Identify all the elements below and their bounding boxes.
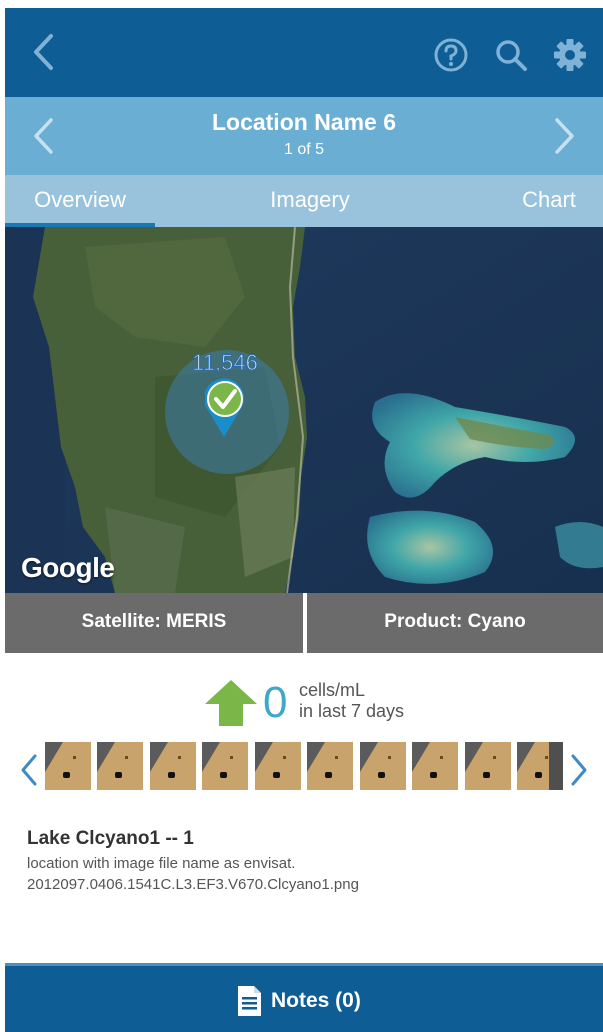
location-name: Location Name 6 (211, 109, 397, 135)
thumbnail-image[interactable] (202, 742, 249, 790)
settings-button[interactable] (549, 35, 591, 75)
cell-count-stat: 0 cells/mL in last 7 days (205, 678, 465, 734)
thumbnail-image[interactable] (149, 742, 196, 790)
location-header: Location Name 6 1 of 5 (5, 97, 603, 175)
image-thumbnail-carousel (5, 740, 603, 798)
image-file-name: 2012097.0406.1541C.L3.EF3.V670.Clcyano1.… (27, 876, 359, 893)
thumbnail-image[interactable] (464, 742, 511, 790)
cell-count-value: 0 (263, 678, 288, 727)
info-bar: Satellite: MERIS Product: Cyano (5, 593, 603, 653)
top-app-bar (5, 8, 603, 97)
thumbnail-strip (45, 742, 563, 790)
gear-icon (554, 39, 586, 71)
back-button[interactable] (23, 30, 63, 74)
thumbnail-image[interactable] (45, 742, 91, 790)
thumbnail-image[interactable] (97, 742, 144, 790)
arrow-up-icon (205, 680, 257, 726)
notes-button[interactable]: Notes (0) (5, 963, 603, 1032)
tab-imagery[interactable]: Imagery (235, 175, 385, 227)
cell-count-period: in last 7 days (299, 701, 405, 721)
image-description-line: location with image file name as envisat… (27, 855, 296, 872)
help-button[interactable] (431, 35, 471, 75)
satellite-label[interactable]: Satellite: MERIS (5, 593, 303, 653)
map-marker-layer: 11,546 (192, 350, 258, 437)
check-circle-icon[interactable] (205, 378, 245, 437)
chevron-left-icon (34, 34, 53, 70)
thumbnail-image[interactable] (412, 742, 459, 790)
search-button[interactable] (491, 35, 531, 75)
thumbnail-image[interactable] (517, 742, 563, 790)
tab-bar: Overview Imagery Chart (5, 175, 603, 228)
chevron-right-icon[interactable] (567, 752, 591, 788)
thumbnail-image[interactable] (359, 742, 406, 790)
satellite-map[interactable]: 11,546 Google (5, 227, 603, 593)
chevron-left-icon (34, 118, 53, 154)
tab-chart[interactable]: Chart (495, 175, 603, 227)
app-screen: Location Name 6 1 of 5 Overview Imagery … (5, 8, 603, 1032)
chevron-right-icon (555, 118, 574, 154)
image-title: Lake Clcyano1 -- 1 (27, 828, 194, 849)
thumbnail-image[interactable] (307, 742, 354, 790)
tab-overview[interactable]: Overview (5, 175, 155, 227)
product-label[interactable]: Product: Cyano (307, 593, 603, 653)
document-icon (238, 986, 261, 1016)
notes-label: Notes (0) (271, 989, 361, 1012)
google-attribution: Google (21, 552, 115, 583)
marker-count-label: 11,546 (192, 350, 258, 375)
chevron-left-icon[interactable] (17, 752, 41, 788)
location-counter: 1 of 5 (283, 141, 325, 158)
previous-location-button[interactable] (23, 113, 63, 159)
help-circle-icon (434, 38, 468, 72)
search-icon (496, 40, 527, 71)
next-location-button[interactable] (545, 113, 585, 159)
thumbnail-image[interactable] (254, 742, 301, 790)
cell-count-unit: cells/mL (299, 680, 366, 700)
